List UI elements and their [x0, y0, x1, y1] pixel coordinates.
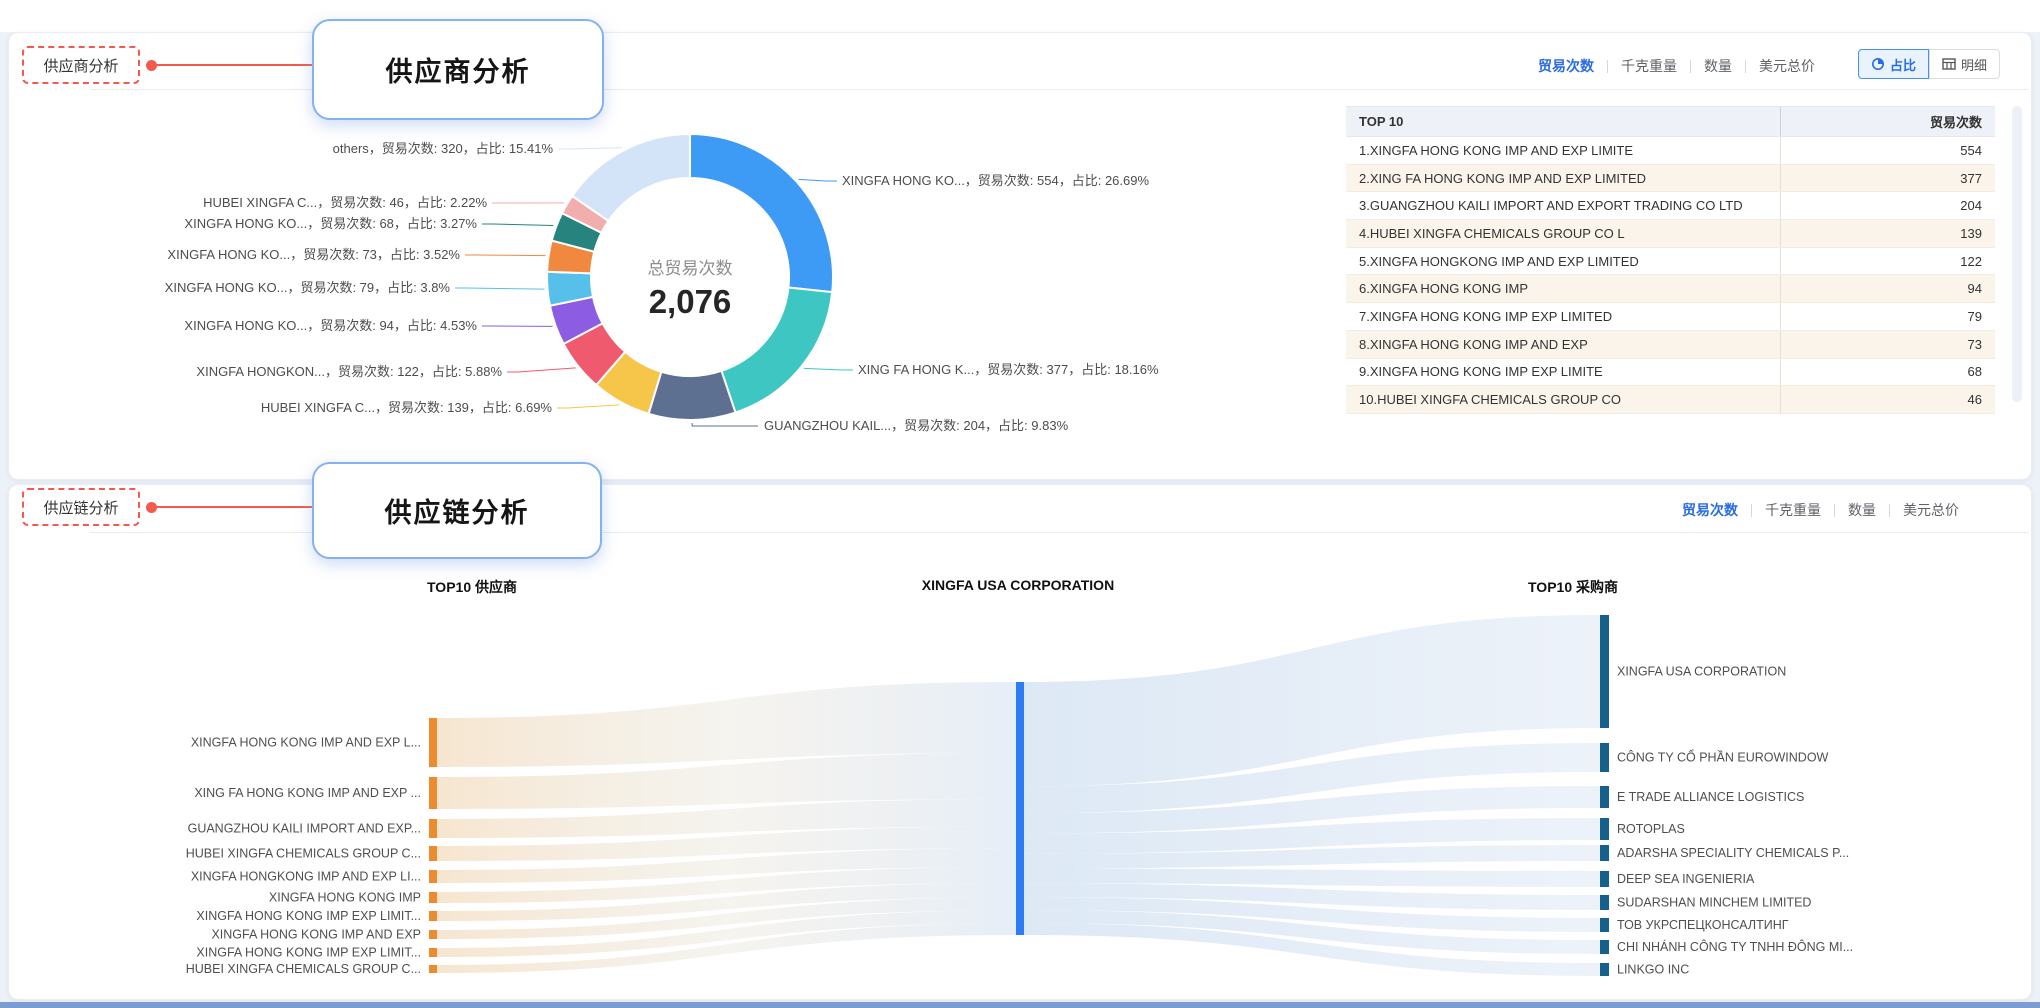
company-name-cell: 10.HUBEI XINGFA CHEMICALS GROUP CO: [1346, 392, 1780, 407]
table-row: 2.XING FA HONG KONG IMP AND EXP LIMITED3…: [1346, 165, 1995, 193]
tab-数量[interactable]: 数量: [1704, 56, 1732, 76]
chain-metric-tabs: 贸易次数 千克重量 数量 美元总价: [1682, 499, 1959, 521]
trade-count-cell: 554: [1780, 137, 1995, 164]
toggle-label: 占比: [1890, 55, 1916, 74]
trade-count-cell: 122: [1780, 248, 1995, 275]
tab-separator: [1607, 60, 1608, 73]
tab-千克重量[interactable]: 千克重量: [1621, 56, 1677, 76]
company-name-cell: 6.XINGFA HONG KONG IMP: [1346, 281, 1780, 296]
table-body: 1.XINGFA HONG KONG IMP AND EXP LIMITE554…: [1346, 137, 1995, 414]
bottom-scroll-strip[interactable]: [0, 1002, 2040, 1008]
connector-dot: [146, 60, 157, 71]
table-row: 7.XINGFA HONG KONG IMP EXP LIMITED79: [1346, 303, 1995, 331]
table-row: 3.GUANGZHOU KAILI IMPORT AND EXPORT TRAD…: [1346, 192, 1995, 220]
tab-separator: [1745, 60, 1746, 73]
supplier-tag-label: 供应商分析: [43, 55, 118, 76]
company-name-cell: 8.XINGFA HONG KONG IMP AND EXP: [1346, 337, 1780, 352]
trade-count-cell: 94: [1780, 275, 1995, 302]
table-header-row: TOP 10 贸易次数: [1346, 106, 1995, 137]
company-name-cell: 5.XINGFA HONGKONG IMP AND EXP LIMITED: [1346, 254, 1780, 269]
table-row: 1.XINGFA HONG KONG IMP AND EXP LIMITE554: [1346, 137, 1995, 165]
table-row: 9.XINGFA HONG KONG IMP EXP LIMITE68: [1346, 359, 1995, 387]
company-name-cell: 9.XINGFA HONG KONG IMP EXP LIMITE: [1346, 364, 1780, 379]
tab-数量[interactable]: 数量: [1848, 500, 1876, 520]
trade-count-cell: 68: [1780, 359, 1995, 386]
connector-line: [152, 506, 338, 508]
top-strip: [0, 0, 2040, 32]
tab-separator: [1690, 60, 1691, 73]
view-toggle-group: 占比 明细: [1858, 49, 2000, 79]
connector-dot: [146, 502, 157, 513]
table-row: 4.HUBEI XINGFA CHEMICALS GROUP CO L139: [1346, 220, 1995, 248]
chain-tag-label: 供应链分析: [43, 497, 118, 518]
table-row: 10.HUBEI XINGFA CHEMICALS GROUP CO46: [1346, 386, 1995, 414]
tab-贸易次数[interactable]: 贸易次数: [1682, 500, 1738, 520]
tab-美元总价[interactable]: 美元总价: [1903, 500, 1959, 520]
table-scrollbar[interactable]: [2012, 106, 2022, 402]
tab-千克重量[interactable]: 千克重量: [1765, 500, 1821, 520]
toggle-label: 明细: [1961, 55, 1987, 74]
supplier-section-tag[interactable]: 供应商分析: [22, 46, 140, 84]
toggle-button-占比[interactable]: 占比: [1858, 49, 1929, 79]
trade-count-cell: 204: [1780, 192, 1995, 219]
supplier-callout-label: 供应商分析: [386, 50, 531, 89]
tab-贸易次数[interactable]: 贸易次数: [1538, 56, 1594, 76]
table-row: 8.XINGFA HONG KONG IMP AND EXP73: [1346, 331, 1995, 359]
supply-chain-card: [8, 484, 2032, 1000]
supplier-metric-tabs: 贸易次数 千克重量 数量 美元总价: [1538, 55, 1815, 77]
tab-separator: [1834, 504, 1835, 517]
table-row: 6.XINGFA HONG KONG IMP94: [1346, 275, 1995, 303]
chain-callout: 供应链分析: [312, 462, 602, 559]
top10-table: TOP 10 贸易次数 1.XINGFA HONG KONG IMP AND E…: [1346, 106, 1995, 414]
pie-icon: [1871, 57, 1885, 71]
chain-section-tag[interactable]: 供应链分析: [22, 488, 140, 526]
chain-callout-label: 供应链分析: [385, 491, 530, 530]
trade-count-cell: 46: [1780, 386, 1995, 413]
sankey-left-column-header: TOP10 供应商: [392, 577, 552, 597]
sankey-middle-column-header: XINGFA USA CORPORATION: [898, 577, 1138, 593]
table-icon: [1942, 57, 1956, 71]
company-name-cell: 1.XINGFA HONG KONG IMP AND EXP LIMITE: [1346, 143, 1780, 158]
table-row: 5.XINGFA HONGKONG IMP AND EXP LIMITED122: [1346, 248, 1995, 276]
connector-line: [152, 64, 338, 66]
trade-count-cell: 377: [1780, 165, 1995, 192]
company-name-cell: 2.XING FA HONG KONG IMP AND EXP LIMITED: [1346, 171, 1780, 186]
tab-separator: [1889, 504, 1890, 517]
tab-美元总价[interactable]: 美元总价: [1759, 56, 1815, 76]
table-header-name: TOP 10: [1346, 114, 1780, 129]
company-name-cell: 4.HUBEI XINGFA CHEMICALS GROUP CO L: [1346, 226, 1780, 241]
trade-count-cell: 79: [1780, 303, 1995, 330]
table-header-value: 贸易次数: [1780, 107, 1995, 136]
sankey-right-column-header: TOP10 采购商: [1493, 577, 1653, 597]
trade-count-cell: 73: [1780, 331, 1995, 358]
supplier-callout: 供应商分析: [312, 19, 604, 120]
trade-count-cell: 139: [1780, 220, 1995, 247]
tab-separator: [1751, 504, 1752, 517]
toggle-button-明细[interactable]: 明细: [1929, 49, 2000, 79]
company-name-cell: 7.XINGFA HONG KONG IMP EXP LIMITED: [1346, 309, 1780, 324]
company-name-cell: 3.GUANGZHOU KAILI IMPORT AND EXPORT TRAD…: [1346, 198, 1780, 213]
